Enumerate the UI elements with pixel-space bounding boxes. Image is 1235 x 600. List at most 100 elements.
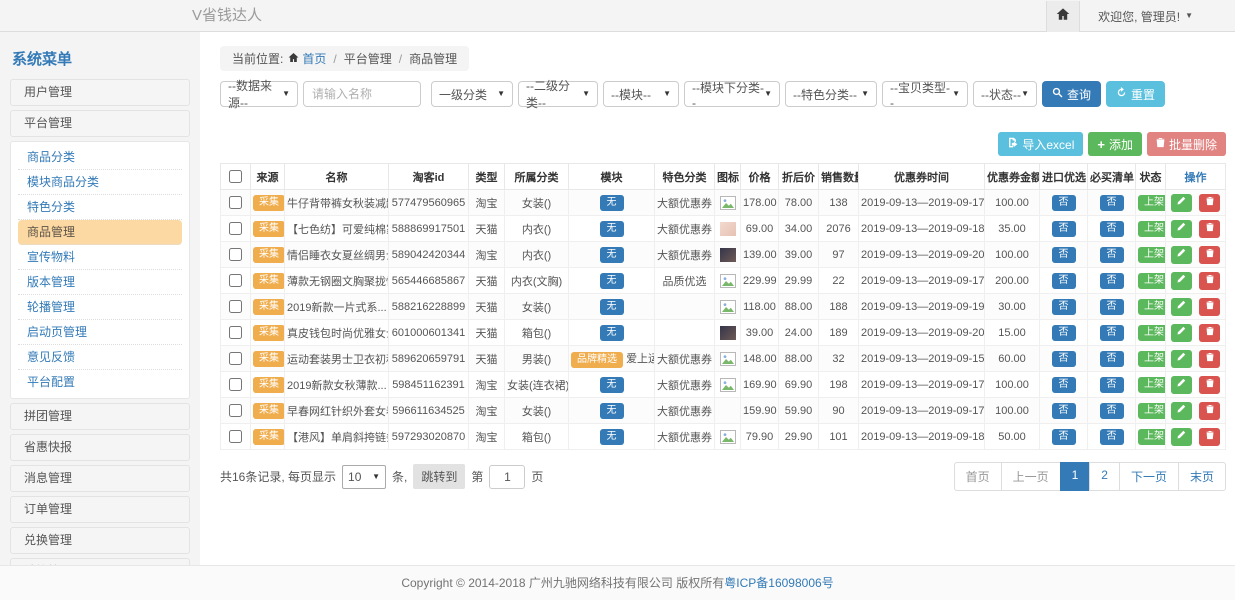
module-subcategory-select[interactable]: --模块下分类--▼ (684, 81, 780, 107)
pager-prev[interactable]: 上一页 (1001, 462, 1061, 491)
delete-button[interactable] (1199, 220, 1220, 238)
sidebar-item-order-management[interactable]: 订单管理 (10, 496, 190, 523)
featured-category-select[interactable]: --特色分类--▼ (785, 81, 877, 107)
row-checkbox[interactable] (229, 430, 242, 443)
name-search-input[interactable] (303, 81, 421, 107)
reset-button[interactable]: 重置 (1106, 81, 1165, 107)
row-checkbox[interactable] (229, 222, 242, 235)
pager-page-1[interactable]: 1 (1060, 462, 1091, 491)
sidebar-item-splash-page-management[interactable]: 启动页管理 (18, 320, 182, 345)
level1-category-select[interactable]: 一级分类▼ (431, 81, 513, 107)
sidebar-item-message-management[interactable]: 消息管理 (10, 465, 190, 492)
sidebar-item-featured-categories[interactable]: 特色分类 (18, 195, 182, 220)
must-buy-toggle-badge[interactable]: 否 (1100, 325, 1124, 341)
icp-link[interactable]: 粤ICP备16098006号 (724, 576, 833, 590)
imported-toggle-badge[interactable]: 否 (1052, 351, 1076, 367)
edit-button[interactable] (1171, 194, 1192, 212)
imported-toggle-badge[interactable]: 否 (1052, 403, 1076, 419)
imported-toggle-badge[interactable]: 否 (1052, 195, 1076, 211)
module-select[interactable]: --模块--▼ (603, 81, 679, 107)
row-checkbox[interactable] (229, 404, 242, 417)
row-checkbox[interactable] (229, 274, 242, 287)
item-type-select[interactable]: --宝贝类型--▼ (882, 81, 968, 107)
imported-toggle-badge[interactable]: 否 (1052, 247, 1076, 263)
status-badge[interactable]: 上架 (1138, 273, 1166, 289)
status-select[interactable]: --状态--▼ (973, 81, 1037, 107)
status-badge[interactable]: 上架 (1138, 429, 1166, 445)
select-all-checkbox[interactable] (229, 170, 242, 183)
delete-button[interactable] (1199, 298, 1220, 316)
pager-first[interactable]: 首页 (954, 462, 1002, 491)
status-badge[interactable]: 上架 (1138, 403, 1166, 419)
delete-button[interactable] (1199, 272, 1220, 290)
home-button[interactable] (1046, 1, 1080, 32)
sidebar-item-express-news[interactable]: 省惠快报 (10, 434, 190, 461)
sidebar-item-feedback[interactable]: 意见反馈 (18, 345, 182, 370)
import-excel-button[interactable]: 导入excel (998, 132, 1083, 156)
breadcrumb-home-link[interactable]: 首页 (288, 50, 326, 67)
edit-button[interactable] (1171, 246, 1192, 264)
delete-button[interactable] (1199, 350, 1220, 368)
jump-button[interactable]: 跳转到 (413, 464, 465, 489)
must-buy-toggle-badge[interactable]: 否 (1100, 429, 1124, 445)
status-badge[interactable]: 上架 (1138, 377, 1166, 393)
sidebar-item-platform-config[interactable]: 平台配置 (18, 370, 182, 395)
must-buy-toggle-badge[interactable]: 否 (1100, 195, 1124, 211)
imported-toggle-badge[interactable]: 否 (1052, 273, 1076, 289)
must-buy-toggle-badge[interactable]: 否 (1100, 403, 1124, 419)
row-checkbox[interactable] (229, 196, 242, 209)
edit-button[interactable] (1171, 272, 1192, 290)
pager-next[interactable]: 下一页 (1119, 462, 1179, 491)
status-badge[interactable]: 上架 (1138, 299, 1166, 315)
must-buy-toggle-badge[interactable]: 否 (1100, 247, 1124, 263)
must-buy-toggle-badge[interactable]: 否 (1100, 299, 1124, 315)
edit-button[interactable] (1171, 376, 1192, 394)
level2-category-select[interactable]: --二级分类--▼ (518, 81, 598, 107)
delete-button[interactable] (1199, 246, 1220, 264)
sidebar-item-module-product-categories[interactable]: 模块商品分类 (18, 170, 182, 195)
delete-button[interactable] (1199, 428, 1220, 446)
delete-button[interactable] (1199, 324, 1220, 342)
status-badge[interactable]: 上架 (1138, 351, 1166, 367)
sidebar-item-carousel-management[interactable]: 轮播管理 (18, 295, 182, 320)
sidebar-item-promo-materials[interactable]: 宣传物料 (18, 245, 182, 270)
edit-button[interactable] (1171, 324, 1192, 342)
edit-button[interactable] (1171, 350, 1192, 368)
imported-toggle-badge[interactable]: 否 (1052, 221, 1076, 237)
edit-button[interactable] (1171, 402, 1192, 420)
must-buy-toggle-badge[interactable]: 否 (1100, 273, 1124, 289)
imported-toggle-badge[interactable]: 否 (1052, 429, 1076, 445)
delete-button[interactable] (1199, 376, 1220, 394)
status-badge[interactable]: 上架 (1138, 247, 1166, 263)
must-buy-toggle-badge[interactable]: 否 (1100, 377, 1124, 393)
row-checkbox[interactable] (229, 326, 242, 339)
row-checkbox[interactable] (229, 300, 242, 313)
imported-toggle-badge[interactable]: 否 (1052, 377, 1076, 393)
imported-toggle-badge[interactable]: 否 (1052, 299, 1076, 315)
per-page-select[interactable]: 10 ▼ (342, 465, 386, 489)
must-buy-toggle-badge[interactable]: 否 (1100, 221, 1124, 237)
batch-delete-button[interactable]: 批量删除 (1147, 132, 1226, 156)
pager-page-2[interactable]: 2 (1089, 462, 1120, 491)
edit-button[interactable] (1171, 220, 1192, 238)
sidebar-item-exchange-management[interactable]: 兑换管理 (10, 527, 190, 554)
status-badge[interactable]: 上架 (1138, 325, 1166, 341)
sidebar-item-product-categories[interactable]: 商品分类 (18, 145, 182, 170)
add-button[interactable]: + 添加 (1088, 132, 1142, 156)
delete-button[interactable] (1199, 194, 1220, 212)
edit-button[interactable] (1171, 298, 1192, 316)
sidebar-item-product-management[interactable]: 商品管理 (18, 220, 182, 245)
row-checkbox[interactable] (229, 352, 242, 365)
imported-toggle-badge[interactable]: 否 (1052, 325, 1076, 341)
pager-last[interactable]: 末页 (1178, 462, 1226, 491)
status-badge[interactable]: 上架 (1138, 195, 1166, 211)
sidebar-item-groupbuy-management[interactable]: 拼团管理 (10, 403, 190, 430)
delete-button[interactable] (1199, 402, 1220, 420)
sidebar-item-version-management[interactable]: 版本管理 (18, 270, 182, 295)
sidebar-item-settlement-management[interactable]: 结算管理 (10, 558, 190, 565)
search-button[interactable]: 查询 (1042, 81, 1101, 107)
must-buy-toggle-badge[interactable]: 否 (1100, 351, 1124, 367)
edit-button[interactable] (1171, 428, 1192, 446)
sidebar-item-platform-management[interactable]: 平台管理 (10, 110, 190, 137)
row-checkbox[interactable] (229, 248, 242, 261)
